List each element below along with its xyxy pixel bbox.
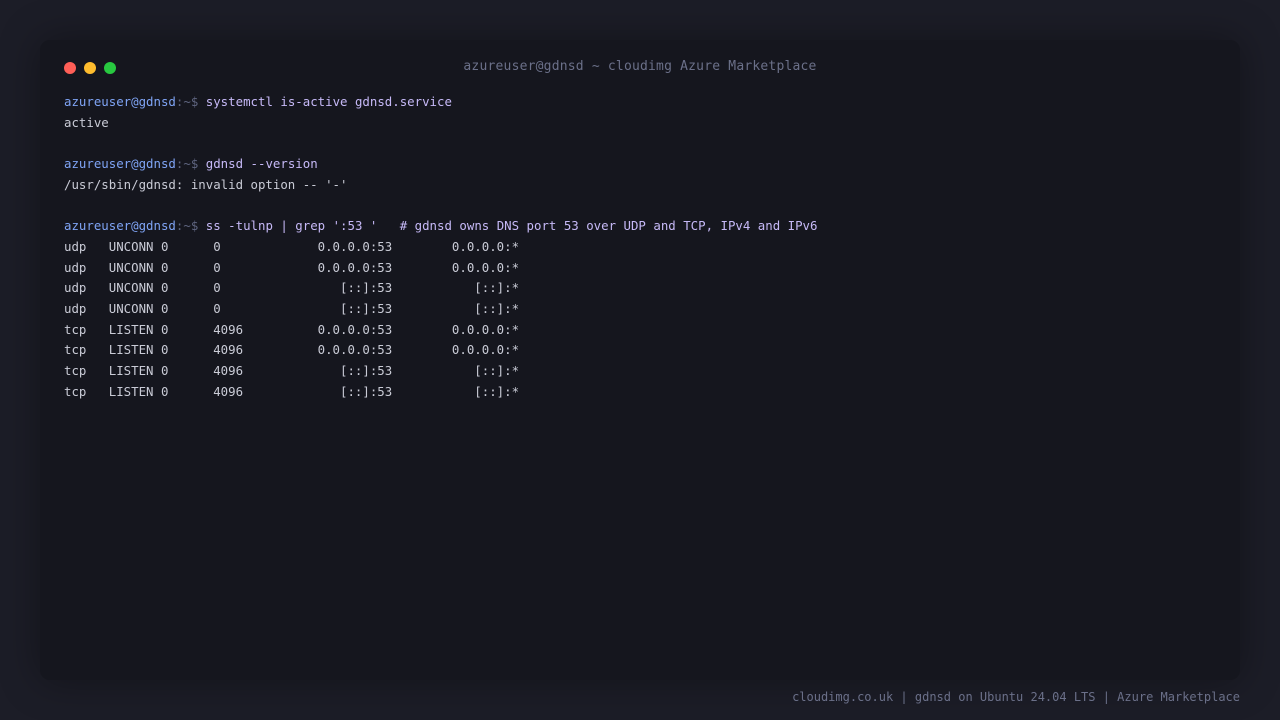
prompt-user-host: azureuser@gdnsd [64,156,176,172]
command-text: gdnsd --version [205,156,318,172]
output-line: udp UNCONN 0 0 0.0.0.0:53 0.0.0.0:* [64,259,520,275]
terminal-output[interactable]: azureuser@gdnsd:~$ systemctl is-active g… [64,92,1216,402]
output-line: tcp LISTEN 0 4096 0.0.0.0:53 0.0.0.0:* [64,342,520,358]
output-line: tcp LISTEN 0 4096 0.0.0.0:53 0.0.0.0:* [64,321,520,337]
output-line: tcp LISTEN 0 4096 [::]:53 [::]:* [64,383,520,399]
prompt-path: :~$ [175,218,199,234]
output-line: active [64,114,109,130]
terminal-window: azureuser@gdnsd ~ cloudimg Azure Marketp… [40,40,1240,680]
command-line: azureuser@gdnsd:~$ gdnsd --version [64,154,1216,175]
output-line: tcp LISTEN 0 4096 [::]:53 [::]:* [64,362,520,378]
prompt-user-host: azureuser@gdnsd [64,218,176,234]
command-line: azureuser@gdnsd:~$ ss -tulnp | grep ':53… [64,216,1216,237]
title-bar: azureuser@gdnsd ~ cloudimg Azure Marketp… [40,40,1240,96]
window-title: azureuser@gdnsd ~ cloudimg Azure Marketp… [463,59,817,74]
prompt-user-host: azureuser@gdnsd [64,94,176,109]
output-line: udp UNCONN 0 0 [::]:53 [::]:* [64,280,520,296]
command-line: azureuser@gdnsd:~$ systemctl is-active g… [64,92,1216,113]
output-line: /usr/sbin/gdnsd: invalid option -- '-' [64,176,348,192]
output-line: udp UNCONN 0 0 0.0.0.0:53 0.0.0.0:* [64,238,520,254]
command-text: ss -tulnp | grep ':53 ' # gdnsd owns DNS… [205,218,818,234]
output-line: udp UNCONN 0 0 [::]:53 [::]:* [64,300,520,316]
prompt-path: :~$ [175,156,199,172]
footer-caption: cloudimg.co.uk | gdnsd on Ubuntu 24.04 L… [792,690,1240,704]
command-text: systemctl is-active gdnsd.service [205,94,452,109]
prompt-path: :~$ [175,94,199,109]
